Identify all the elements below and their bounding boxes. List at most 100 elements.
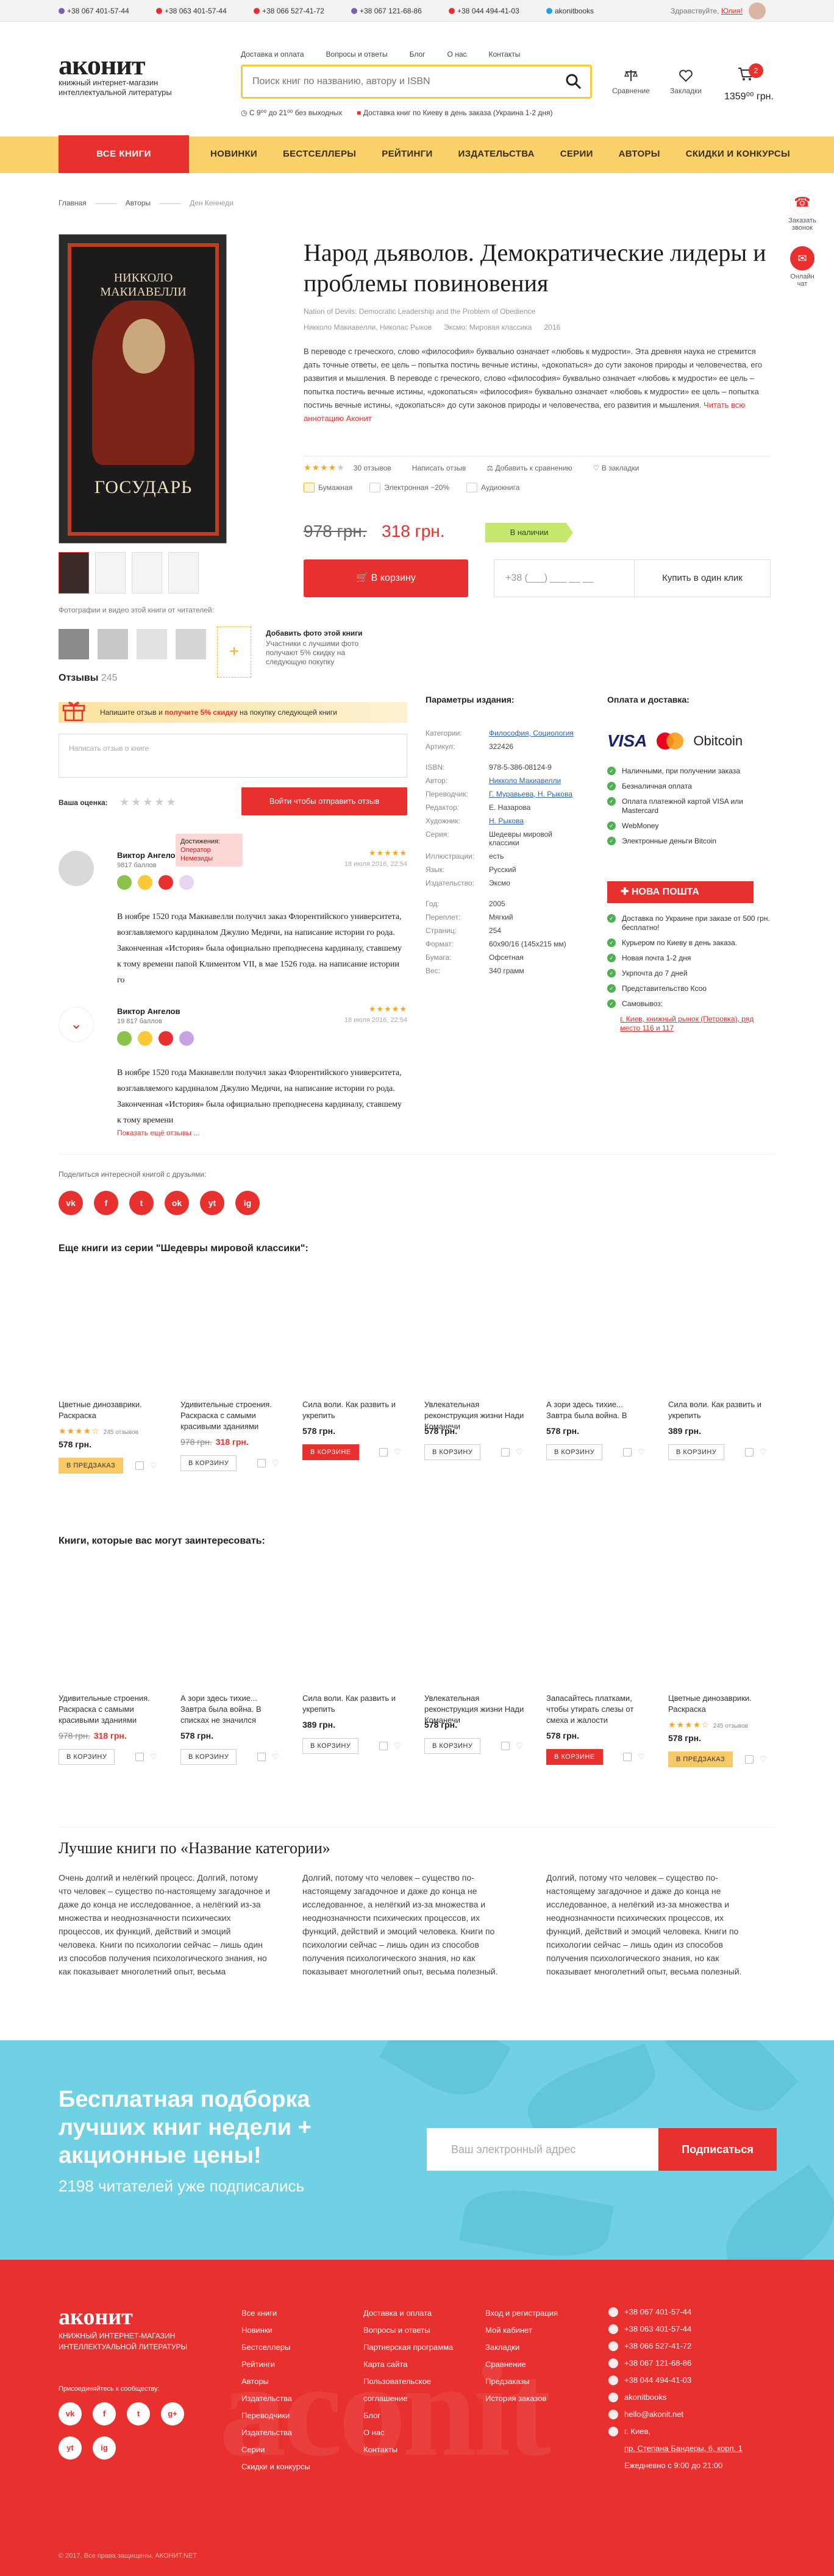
login-to-review-button[interactable]: Войти чтобы отправить отзыв <box>241 787 407 815</box>
skype-link[interactable]: akonitbooks <box>546 7 594 15</box>
phone-item[interactable]: +38 067 401-57-44 <box>59 7 129 15</box>
badge-icon[interactable] <box>179 875 194 890</box>
one-click-buy-button[interactable]: Купить в один клик <box>634 559 771 597</box>
heart-icon[interactable]: ♡ <box>150 1461 159 1470</box>
add-to-cart-button[interactable]: 🛒 В корзину <box>304 559 468 597</box>
request-call-button[interactable]: ☎ Заказать звонок <box>785 190 819 232</box>
add-photo-button[interactable]: + <box>217 626 251 678</box>
book-card[interactable]: А зори здесь тихие... Завтра была война.… <box>180 1571 284 1803</box>
footer-link[interactable]: О нас <box>363 2424 467 2441</box>
book-title[interactable]: Запасайтесь платками, чтобы утирать слез… <box>546 1693 650 1726</box>
footer-logo[interactable]: аконит <box>59 2304 133 2330</box>
compare-icon[interactable] <box>501 1742 510 1750</box>
book-card[interactable]: Сила воли. Как развить и укрепить 578 грн… <box>302 1277 406 1509</box>
email-input[interactable]: Ваш электронный адрес <box>427 2128 658 2171</box>
reader-photo[interactable] <box>176 629 206 659</box>
instagram-icon[interactable]: ig <box>235 1191 260 1215</box>
footer-link[interactable]: Новинки <box>241 2322 310 2339</box>
one-click-phone-input[interactable]: +38 (___) ___ __ __ <box>494 559 634 597</box>
vk-icon[interactable]: vk <box>59 2402 82 2425</box>
nav-item-authors[interactable]: АВТОРЫ <box>619 149 660 159</box>
footer-link[interactable]: Бестселлеры <box>241 2339 310 2356</box>
all-books-button[interactable]: ВСЕ КНИГИ <box>59 135 189 173</box>
contact-item[interactable]: +38 067 401-57-44 <box>608 2304 743 2321</box>
book-title[interactable]: Цветные динозаврики. Раскраска <box>59 1399 162 1421</box>
compare-icon[interactable] <box>135 1753 144 1761</box>
footer-link[interactable]: Рейтинги <box>241 2356 310 2373</box>
vk-icon[interactable]: vk <box>59 1191 83 1215</box>
reviews-count-link[interactable]: 30 отзывов <box>354 464 391 472</box>
book-card[interactable]: Удивительные строения. Раскраска с самым… <box>59 1571 162 1803</box>
add-to-cart-button[interactable]: В КОРЗИНУ <box>180 1455 237 1471</box>
twitter-icon[interactable]: t <box>129 1191 154 1215</box>
contact-item[interactable]: +38 067 121-68-86 <box>608 2355 743 2372</box>
phone-item[interactable]: +38 044 494-41-03 <box>449 7 519 15</box>
add-to-cart-button[interactable]: В КОРЗИНУ <box>424 1738 481 1754</box>
phone-item[interactable]: +38 063 401-57-44 <box>156 7 227 15</box>
phone-item[interactable]: +38 067 121-68-86 <box>351 7 422 15</box>
contact-item[interactable]: hello@akonit.net <box>608 2406 743 2423</box>
write-review-link[interactable]: Написать отзыв <box>412 464 466 472</box>
search-input[interactable] <box>243 66 529 97</box>
page-thumbnail[interactable] <box>132 552 162 594</box>
book-title[interactable]: Сила воли. Как развить и укрепить <box>302 1693 406 1715</box>
format-ebook[interactable]: Электронная −20% <box>369 483 449 492</box>
book-title[interactable]: Удивительные строения. Раскраска с самым… <box>180 1399 284 1432</box>
top-link[interactable]: Блог <box>410 50 426 59</box>
youtube-icon[interactable]: yt <box>200 1191 224 1215</box>
add-to-cart-button[interactable]: В ПРЕДЗАКАЗ <box>59 1458 124 1474</box>
address-link[interactable]: пр. Степана Бандеры, 6, корп. 1 <box>624 2440 743 2457</box>
add-to-cart-button[interactable]: В КОРЗИНУ <box>302 1738 359 1754</box>
contact-item[interactable]: +38 066 527-41-72 <box>608 2338 743 2355</box>
footer-link[interactable]: Предзаказы <box>485 2373 558 2390</box>
book-card[interactable]: Увлекательная реконструкция жизни Нади К… <box>424 1277 528 1509</box>
phone-item[interactable]: +38 066 527-41-72 <box>254 7 324 15</box>
heart-icon[interactable]: ♡ <box>638 1753 646 1761</box>
odnoklassniki-icon[interactable]: ok <box>165 1191 189 1215</box>
top-link[interactable]: Доставка и оплата <box>241 50 304 59</box>
reader-photo[interactable] <box>98 629 128 659</box>
footer-link[interactable]: Мой кабинет <box>485 2322 558 2339</box>
footer-link[interactable]: Все книги <box>241 2305 310 2322</box>
book-card[interactable]: Цветные динозаврики. Раскраска ★★★★☆ 245 о… <box>59 1277 162 1509</box>
top-link[interactable]: Вопросы и ответы <box>326 50 388 59</box>
book-title[interactable]: А зори здесь тихие... Завтра была война.… <box>180 1693 284 1726</box>
review-textarea[interactable]: Написать отзыв о книге <box>59 734 407 778</box>
book-card[interactable]: А зори здесь тихие... Завтра была война.… <box>546 1277 650 1509</box>
nav-item-new[interactable]: НОВИНКИ <box>210 149 257 159</box>
reader-photo[interactable] <box>59 629 89 659</box>
contact-item[interactable]: akonitbooks <box>608 2389 743 2406</box>
book-title[interactable]: Сила воли. Как развить и укрепить <box>668 1399 772 1421</box>
badge-icon[interactable] <box>117 1031 132 1046</box>
add-bookmark-link[interactable]: ♡ В закладки <box>593 464 640 472</box>
footer-link[interactable]: Доставка и оплата <box>363 2305 467 2322</box>
top-link[interactable]: Контакты <box>489 50 521 59</box>
bookmarks-button[interactable]: Закладки <box>658 68 713 95</box>
badge-icon[interactable] <box>138 1031 152 1046</box>
book-card[interactable]: Цветные динозаврики. Раскраска ★★★★☆ 245 о… <box>668 1571 772 1803</box>
footer-link[interactable]: Скидки и конкурсы <box>241 2458 310 2475</box>
param-value[interactable]: Никколо Макиавелли <box>489 776 561 785</box>
footer-link[interactable]: История заказов <box>485 2390 558 2407</box>
compare-icon[interactable] <box>745 1448 754 1457</box>
badge-icon[interactable] <box>138 875 152 890</box>
badge-icon[interactable] <box>159 875 173 890</box>
compare-icon[interactable] <box>501 1448 510 1457</box>
book-card[interactable]: Удивительные строения. Раскраска с самым… <box>180 1277 284 1509</box>
contact-item[interactable]: пр. Степана Бандеры, 6, корп. 1 <box>608 2440 743 2457</box>
online-chat-button[interactable]: ✉ Онлайн чат <box>785 246 819 288</box>
nav-item-ratings[interactable]: РЕЙТИНГИ <box>382 149 432 159</box>
add-compare-link[interactable]: ⚖ Добавить к сравнению <box>486 464 572 472</box>
breadcrumb-item[interactable]: Главная <box>59 199 87 207</box>
footer-link[interactable]: Издательства <box>241 2424 310 2441</box>
footer-link[interactable]: Серии <box>241 2441 310 2458</box>
heart-icon[interactable]: ♡ <box>150 1753 159 1761</box>
compare-icon[interactable] <box>623 1753 632 1761</box>
format-paper[interactable]: Бумажная <box>304 483 352 492</box>
heart-icon[interactable]: ♡ <box>638 1448 646 1457</box>
format-audio[interactable]: Аудиокнига <box>466 483 519 492</box>
book-title[interactable]: Цветные динозаврики. Раскраска <box>668 1693 772 1715</box>
add-to-cart-button[interactable]: В КОРЗИНЕ <box>302 1444 359 1460</box>
compare-icon[interactable] <box>135 1461 144 1470</box>
footer-link[interactable]: Сравнение <box>485 2356 558 2373</box>
